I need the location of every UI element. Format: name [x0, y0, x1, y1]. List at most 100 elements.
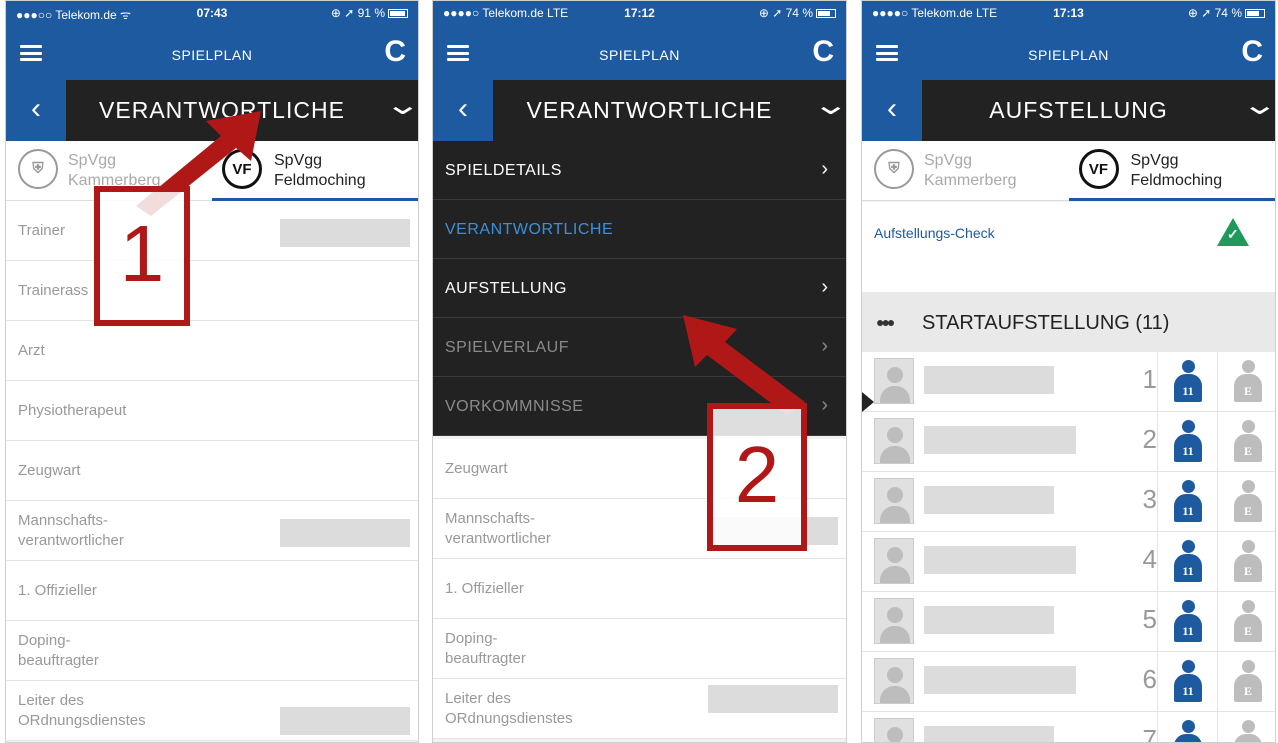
player-row[interactable]: 3 11 E	[862, 472, 1275, 532]
list-item[interactable]: Leiter des ORdnungsdienstes	[6, 681, 418, 741]
chevron-down-icon[interactable]: ⌄	[383, 88, 418, 121]
battery-icon	[1245, 9, 1265, 18]
battery-icon	[388, 9, 408, 18]
player-starter-icon: 11	[1173, 360, 1203, 404]
player-substitute-icon: E	[1233, 360, 1263, 404]
list-item[interactable]: Trainerass	[6, 261, 418, 321]
list-item[interactable]: Leiter des ORdnungsdienstes	[433, 679, 846, 739]
menu-item-spieldetails[interactable]: SPIELDETAILS ›	[433, 141, 846, 200]
substitute-toggle[interactable]: E	[1217, 592, 1275, 652]
list-item[interactable]: Doping- beauftragter	[433, 619, 846, 679]
annotation-step-label: 2	[707, 403, 807, 551]
redacted-player-name	[924, 546, 1076, 574]
list-item[interactable]: 1. Offizieller	[6, 561, 418, 621]
starter-toggle[interactable]: 11	[1157, 592, 1217, 652]
substitute-toggle[interactable]: E	[1217, 532, 1275, 592]
chevron-down-icon[interactable]: ⌄	[1240, 88, 1275, 121]
row-label: Mannschafts- verantwortlicher	[18, 512, 124, 549]
list-item[interactable]: 1. Offizieller	[433, 559, 846, 619]
refresh-icon[interactable]: C	[1241, 37, 1263, 67]
screen-verantwortliche: ●●●○○ Telekom.de ᯤ 07:43 ⊕ ➚ 91 % SPIELP…	[5, 0, 419, 743]
team-crest-icon: ⛨	[874, 149, 914, 189]
refresh-icon[interactable]: C	[812, 37, 834, 67]
player-row[interactable]: 1 11 E	[862, 352, 1275, 412]
annotation-step-label: 1	[94, 186, 190, 326]
battery-status: ⊕ ➚ 74 %	[759, 6, 836, 20]
redacted-value	[708, 685, 838, 713]
team-crest-icon: VF	[1078, 149, 1119, 189]
annotation-arrow-icon	[683, 315, 805, 415]
row-label: Zeugwart	[18, 462, 81, 479]
chevron-right-icon: ›	[821, 394, 828, 416]
redacted-player-name	[924, 726, 1054, 742]
starter-toggle[interactable]: 11	[1157, 652, 1217, 712]
player-substitute-icon: E	[1233, 600, 1263, 644]
substitute-toggle[interactable]	[1217, 712, 1275, 742]
player-starter-icon: 11	[1173, 480, 1203, 524]
chevron-down-icon[interactable]: ⌄	[811, 88, 846, 121]
chevron-left-icon[interactable]: ‹	[6, 80, 66, 141]
tab-home-team[interactable]: ⛨ SpVgg Kammerberg	[862, 141, 1069, 201]
player-row[interactable]: 4 11 E	[862, 532, 1275, 592]
player-row[interactable]: 5 11 E	[862, 592, 1275, 652]
chevron-left-icon[interactable]: ‹	[433, 80, 493, 141]
list-item[interactable]: Mannschafts- verantwortlicher	[6, 501, 418, 561]
battery-status: ⊕ ➚ 74 %	[1188, 6, 1265, 20]
battery-status: ⊕ ➚ 91 %	[331, 6, 408, 20]
player-substitute-icon	[1233, 720, 1263, 742]
team-name: SpVgg Feldmoching	[274, 152, 366, 189]
starter-toggle[interactable]	[1157, 712, 1217, 742]
row-label: Zeugwart	[445, 460, 508, 477]
battery-icon	[816, 9, 836, 18]
team-name: SpVgg Kammerberg	[924, 152, 1017, 189]
nav-title: SPIELPLAN	[1028, 47, 1109, 63]
shirt-number: 7	[1142, 724, 1157, 743]
player-starter-icon	[1173, 720, 1203, 742]
player-row[interactable]: 2 11 E	[862, 412, 1275, 472]
row-label: Mannschafts- verantwortlicher	[445, 510, 551, 547]
menu-item-verantwortliche[interactable]: VERANTWORTLICHE	[433, 200, 846, 259]
starter-toggle[interactable]: 11	[1157, 472, 1217, 532]
substitute-toggle[interactable]: E	[1217, 652, 1275, 712]
list-item[interactable]: Zeugwart	[6, 441, 418, 501]
redacted-value	[280, 219, 410, 247]
lineup-check-row[interactable]: Aufstellungs-Check ✓	[862, 202, 1275, 262]
starter-toggle[interactable]: 11	[1157, 412, 1217, 472]
menu-item-label: VORKOMMNISSE	[445, 398, 584, 415]
player-starter-icon: 11	[1173, 600, 1203, 644]
player-substitute-icon: E	[1233, 540, 1263, 584]
menu-item-label: AUFSTELLUNG	[445, 280, 567, 297]
top-nav-bar: SPIELPLAN C	[862, 25, 1275, 80]
player-row[interactable]: 7	[862, 712, 1275, 743]
clock: 07:43	[196, 6, 228, 20]
chevron-left-icon[interactable]: ‹	[862, 80, 922, 141]
player-row[interactable]: 6 11 E	[862, 652, 1275, 712]
substitute-toggle[interactable]: E	[1217, 352, 1275, 412]
spacer	[862, 262, 1275, 292]
row-label: Physiotherapeut	[18, 402, 127, 419]
starter-toggle[interactable]: 11	[1157, 352, 1217, 412]
menu-item-label: SPIELDETAILS	[445, 162, 562, 179]
list-item[interactable]: Physiotherapeut	[6, 381, 418, 441]
avatar	[874, 598, 914, 644]
check-warning-icon: ✓	[1217, 218, 1249, 246]
player-starter-icon: 11	[1173, 660, 1203, 704]
list-item[interactable]: Doping- beauftragter	[6, 621, 418, 681]
active-tab-indicator	[1068, 198, 1275, 201]
tab-away-team[interactable]: VF SpVgg Feldmoching	[1068, 141, 1275, 201]
nav-title: SPIELPLAN	[171, 47, 253, 63]
list-item[interactable]: Arzt	[6, 321, 418, 381]
substitute-toggle[interactable]: E	[1217, 412, 1275, 472]
status-bar: ●●●○○ Telekom.de ᯤ 07:43 ⊕ ➚ 91 %	[6, 1, 418, 25]
avatar	[874, 358, 914, 404]
clock: 17:12	[624, 6, 655, 20]
team-crest-icon: ⛨	[18, 149, 58, 189]
starter-toggle[interactable]: 11	[1157, 532, 1217, 592]
section-header: ‹ AUFSTELLUNG ⌄	[862, 80, 1275, 141]
redacted-player-name	[924, 426, 1076, 454]
staff-list: Trainer Trainerass Arzt Physiotherapeut …	[6, 201, 418, 741]
refresh-icon[interactable]: C	[384, 37, 406, 67]
redacted-value	[280, 707, 410, 735]
team-name: SpVgg Feldmoching	[1130, 152, 1223, 189]
substitute-toggle[interactable]: E	[1217, 472, 1275, 532]
